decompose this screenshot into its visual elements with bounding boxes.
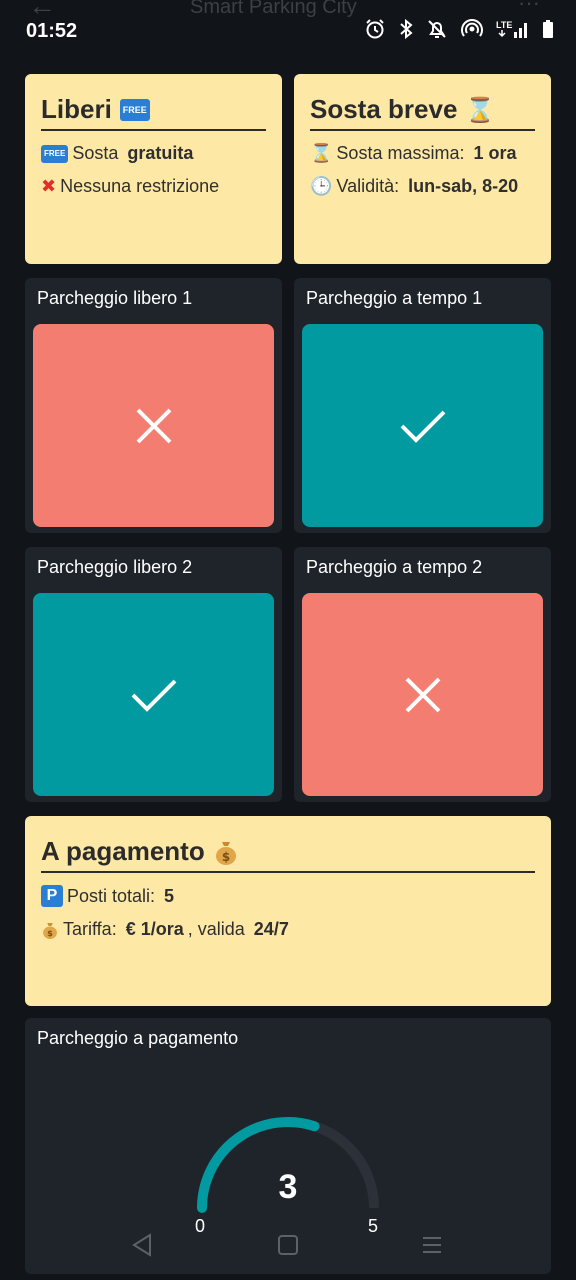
info-line-sosta-massima: ⌛ Sosta massima: 1 ora — [310, 143, 535, 164]
info-line-validita: 🕒 Validità: lun-sab, 8-20 — [310, 176, 535, 197]
free-badge-icon: FREE — [41, 144, 69, 163]
info-bold: gratuita — [127, 143, 194, 163]
info-text: Posti totali: — [67, 885, 161, 906]
info-text: Nessuna restrizione — [60, 176, 220, 196]
card-title: Liberi FREE — [41, 94, 266, 131]
nav-menu-icon[interactable] — [420, 1232, 444, 1258]
spot-status-free[interactable] — [33, 593, 274, 796]
spot-label: Parcheggio libero 1 — [37, 288, 193, 308]
card-title-text: Sosta breve — [310, 94, 458, 124]
more-icon[interactable]: ··· — [518, 0, 540, 16]
info-line-gratuita: FREE Sosta gratuita — [41, 143, 266, 164]
info-bold: 1 ora — [473, 143, 517, 163]
alarm-icon — [366, 19, 384, 39]
spot-label: Parcheggio a tempo 1 — [306, 288, 483, 308]
info-bold: € 1/ora — [125, 919, 184, 939]
nav-home-icon[interactable] — [276, 1232, 300, 1258]
info-text: Validità: — [336, 176, 405, 196]
app-title: Smart Parking City — [190, 0, 357, 18]
battery-icon — [543, 20, 553, 38]
x-icon — [405, 677, 440, 712]
back-arrow-icon[interactable]: ← — [28, 0, 56, 22]
card-title-text: A pagamento — [41, 836, 205, 866]
hourglass-icon: ⌛ — [310, 143, 333, 164]
spot-status-occupied[interactable] — [302, 593, 543, 796]
nav-bar — [0, 1222, 576, 1270]
status-bar: ← Smart Parking City ··· 01:52 LTE — [0, 0, 576, 64]
clock-time: 01:52 — [26, 20, 78, 42]
info-bold: 24/7 — [253, 919, 289, 939]
x-icon — [136, 408, 171, 443]
spot-tile-tempo-2[interactable]: Parcheggio a tempo 2 — [294, 547, 551, 802]
spot-label: Parcheggio a tempo 2 — [306, 557, 483, 577]
svg-text:$: $ — [222, 850, 230, 864]
cross-mark-icon: ✖ — [41, 176, 57, 197]
spot-tile-libero-2[interactable]: Parcheggio libero 2 — [25, 547, 282, 802]
clock-icon: 🕒 — [310, 176, 333, 197]
check-icon — [400, 410, 445, 443]
card-title: A pagamento $ — [41, 836, 535, 873]
info-bold: lun-sab, 8-20 — [408, 176, 519, 196]
info-text: Sosta — [72, 143, 124, 163]
card-title: Sosta breve ⌛ — [310, 94, 535, 131]
spot-tile-tempo-1[interactable]: Parcheggio a tempo 1 — [294, 278, 551, 533]
spot-status-free[interactable] — [302, 324, 543, 527]
bluetooth-icon — [400, 18, 413, 40]
svg-text:LTE: LTE — [496, 20, 512, 30]
spot-status-occupied[interactable] — [33, 324, 274, 527]
info-text: , valida — [187, 919, 250, 939]
money-bag-icon: $ — [43, 922, 57, 939]
mute-bell-icon — [428, 20, 446, 38]
spot-tile-libero-1[interactable]: Parcheggio libero 1 — [25, 278, 282, 533]
svg-text:$: $ — [47, 928, 53, 938]
parking-icon: P — [41, 885, 63, 907]
free-badge-icon: FREE — [119, 98, 150, 121]
status-icons: LTE — [364, 18, 554, 40]
hourglass-icon: ⌛ — [465, 95, 496, 124]
check-icon — [131, 679, 176, 712]
card-title-text: Liberi — [41, 94, 112, 124]
money-bag-icon: $ — [215, 841, 236, 865]
card-a-pagamento: A pagamento $ P Posti totali: 5 $ Tariff… — [25, 816, 551, 1006]
card-liberi: Liberi FREE FREE Sosta gratuita ✖ Nessun… — [25, 74, 282, 264]
info-text: Sosta massima: — [336, 143, 470, 163]
card-sosta-breve: Sosta breve ⌛ ⌛ Sosta massima: 1 ora 🕒 V… — [294, 74, 551, 264]
info-text: Tariffa: — [63, 919, 122, 939]
info-line-posti-totali: P Posti totali: 5 — [41, 885, 535, 907]
spot-label: Parcheggio libero 2 — [37, 557, 193, 577]
info-line-tariffa: $ Tariffa: € 1/ora, valida 24/7 — [41, 919, 535, 940]
nav-back-icon[interactable] — [130, 1232, 154, 1258]
info-bold: 5 — [164, 885, 175, 906]
info-line-restrizione: ✖ Nessuna restrizione — [41, 176, 266, 197]
hotspot-icon — [461, 19, 483, 37]
gauge-value: 3 — [278, 1168, 298, 1206]
signal-icon: LTE — [496, 20, 527, 38]
